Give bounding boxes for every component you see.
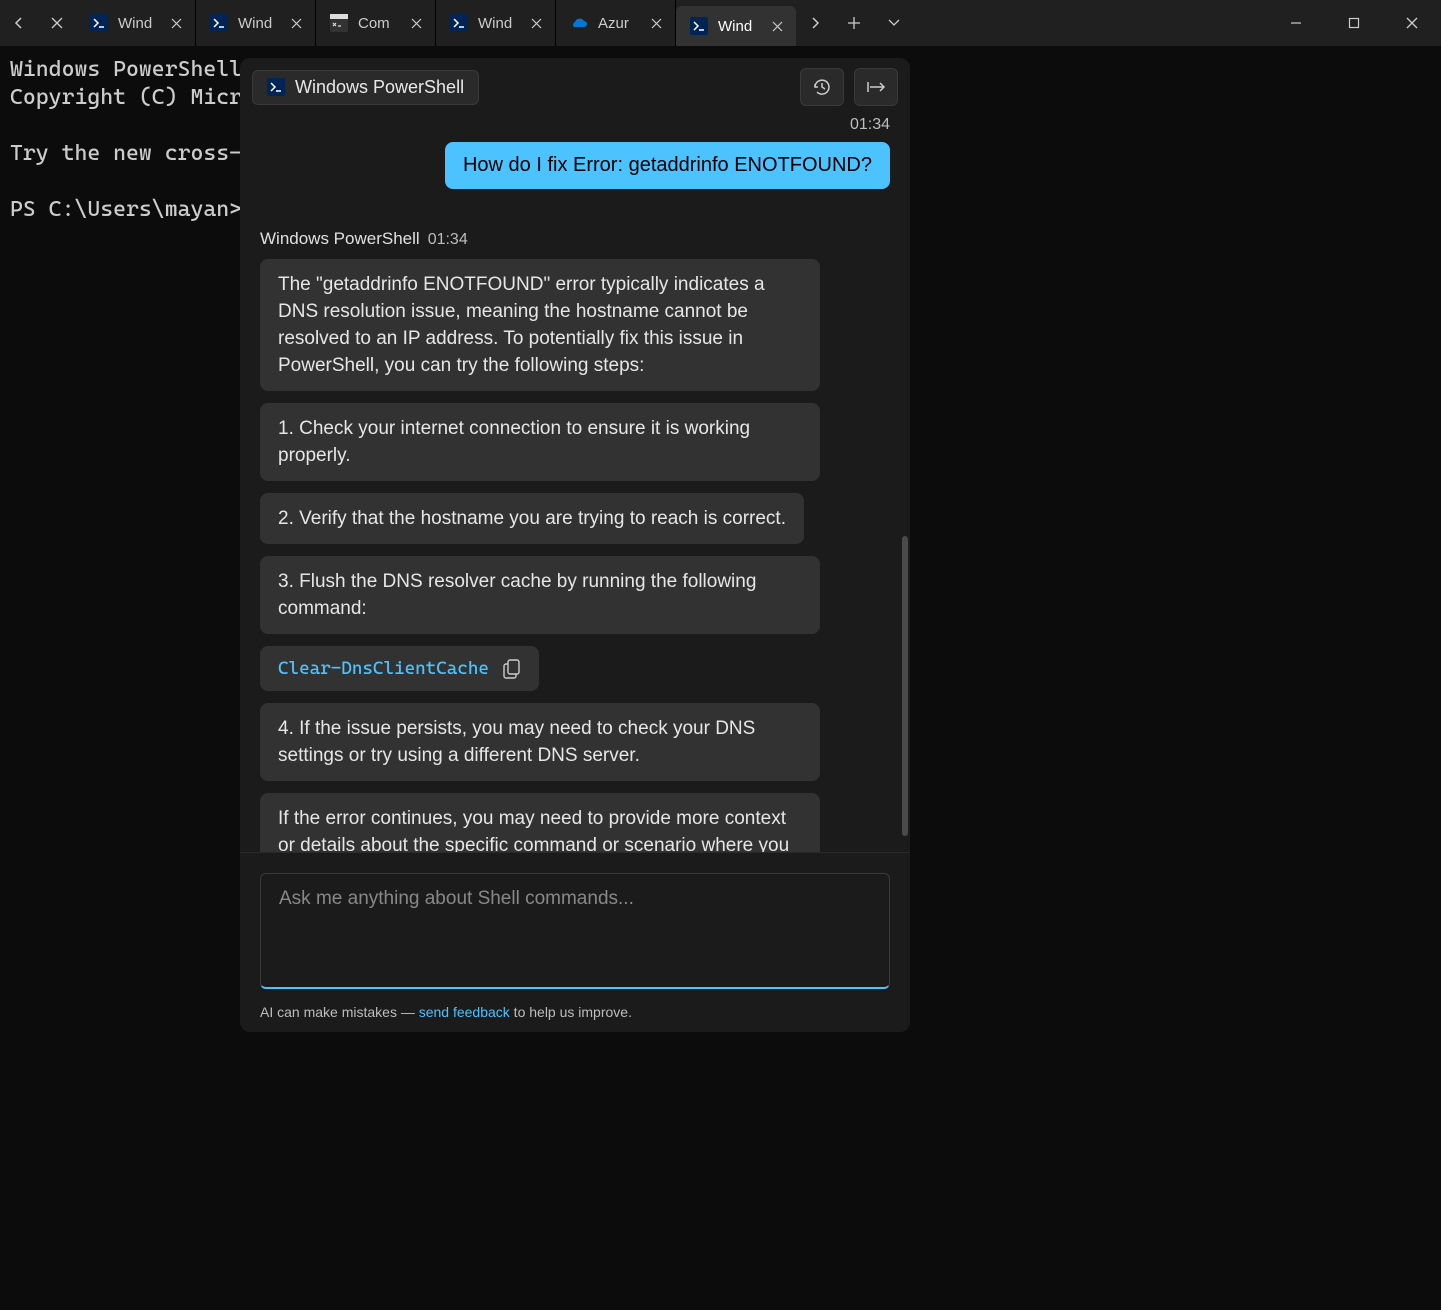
tab-label: Wind — [238, 15, 277, 32]
user-timestamp: 01:34 — [260, 116, 890, 134]
powershell-icon — [450, 14, 468, 32]
history-button[interactable] — [800, 68, 844, 106]
maximize-button[interactable] — [1325, 0, 1383, 46]
chat-title[interactable]: Windows PowerShell — [252, 70, 479, 105]
assistant-message: If the error continues, you may need to … — [260, 793, 820, 852]
user-message: How do I fix Error: getaddrinfo ENOTFOUN… — [445, 142, 890, 189]
tab[interactable]: Com — [316, 0, 436, 46]
chat-panel: Windows PowerShell 01:34 How do I fix Er… — [240, 58, 910, 1032]
new-tab-button[interactable] — [834, 0, 874, 46]
tab-label: Wind — [718, 18, 758, 35]
tab-scroll-left[interactable] — [0, 0, 38, 46]
tab[interactable]: Wind — [436, 0, 556, 46]
chat-header: Windows PowerShell — [240, 58, 910, 116]
assistant-message: 4. If the issue persists, you may need t… — [260, 703, 820, 781]
tab-dropdown-button[interactable] — [874, 0, 914, 46]
tab-label: Azur — [598, 15, 637, 32]
azure-icon — [570, 14, 588, 32]
tab[interactable]: Wind — [196, 0, 316, 46]
assistant-message: The "getaddrinfo ENOTFOUND" error typica… — [260, 259, 820, 391]
tabs-container: Wind Wind Com Wind Azur Wind — [76, 0, 796, 46]
feedback-link[interactable]: send feedback — [419, 1004, 510, 1020]
scrollbar-thumb[interactable] — [902, 536, 908, 836]
close-window-button[interactable] — [1383, 0, 1441, 46]
tab-scroll-right[interactable] — [796, 0, 834, 46]
powershell-icon — [267, 78, 285, 96]
assistant-message: 3. Flush the DNS resolver cache by runni… — [260, 556, 820, 634]
chat-input[interactable] — [260, 873, 890, 989]
tab-close-button[interactable] — [527, 14, 545, 32]
cmd-icon — [330, 14, 348, 32]
code-text: Clear-DnsClientCache — [278, 658, 489, 679]
tab-close-button[interactable] — [647, 14, 665, 32]
history-icon — [812, 77, 832, 97]
title-bar: Wind Wind Com Wind Azur Wind — [0, 0, 1441, 46]
disclaimer: AI can make mistakes — send feedback to … — [260, 1004, 890, 1020]
assistant-message: 1. Check your internet connection to ens… — [260, 403, 820, 481]
tab-close-button[interactable] — [287, 14, 305, 32]
expand-button[interactable] — [854, 68, 898, 106]
close-leftmost[interactable] — [38, 0, 76, 46]
tab-close-button[interactable] — [407, 14, 425, 32]
chat-input-area: AI can make mistakes — send feedback to … — [240, 852, 910, 1032]
tab[interactable]: Wind — [76, 0, 196, 46]
assistant-header: Windows PowerShell 01:34 — [260, 229, 890, 249]
chat-title-text: Windows PowerShell — [295, 77, 464, 98]
copy-icon[interactable] — [503, 659, 521, 679]
tab[interactable]: Wind — [676, 6, 796, 46]
assistant-message: 2. Verify that the hostname you are tryi… — [260, 493, 804, 544]
powershell-icon — [210, 14, 228, 32]
minimize-button[interactable] — [1267, 0, 1325, 46]
tab[interactable]: Azur — [556, 0, 676, 46]
tab-close-button[interactable] — [167, 14, 185, 32]
tab-label: Wind — [478, 15, 517, 32]
window-controls — [1267, 0, 1441, 46]
tab-label: Wind — [118, 15, 157, 32]
assistant-timestamp: 01:34 — [428, 231, 468, 249]
chat-messages: 01:34 How do I fix Error: getaddrinfo EN… — [240, 116, 910, 852]
powershell-icon — [90, 14, 108, 32]
tab-close-button[interactable] — [768, 17, 786, 35]
code-block: Clear-DnsClientCache — [260, 646, 539, 691]
assistant-name: Windows PowerShell — [260, 229, 420, 249]
expand-icon — [866, 80, 886, 94]
powershell-icon — [690, 17, 708, 35]
tab-label: Com — [358, 15, 397, 32]
